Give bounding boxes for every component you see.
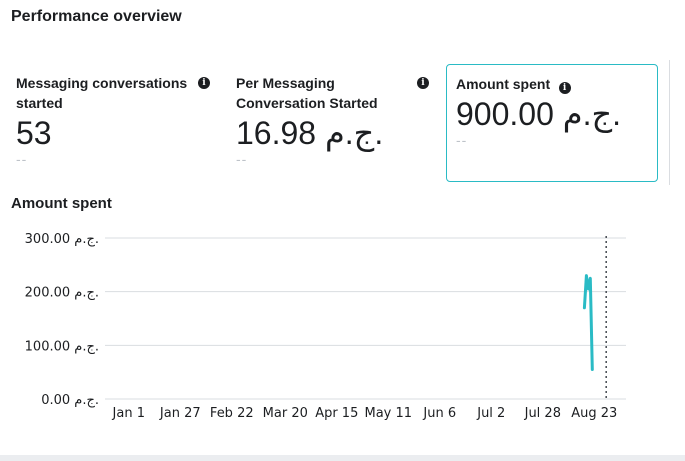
info-icon[interactable]: i — [558, 82, 571, 94]
x-tick-label: Jul 28 — [524, 406, 561, 421]
divider — [669, 60, 670, 185]
metric-delta: -- — [16, 151, 28, 167]
metric-delta: -- — [236, 151, 248, 167]
x-tick-label: Aug 23 — [571, 406, 617, 421]
info-icon[interactable]: i — [198, 77, 210, 89]
metric-label: Amount spent — [456, 76, 551, 92]
metric-per-conversation-cost[interactable]: Per Messaging Conversation Started 16.98… — [236, 73, 436, 167]
y-tick-label: 200.00 ج.م. — [25, 286, 99, 301]
x-tick-label: Jun 6 — [422, 406, 456, 421]
x-axis: Jan 1 Jan 27 Feb 22 Mar 20 Apr 15 May 11 Jun 6… — [112, 406, 618, 421]
metric-value: 16.98 ج.م. — [236, 115, 384, 151]
x-tick-label: Feb 22 — [210, 406, 254, 421]
series-layer — [582, 236, 607, 399]
x-tick-label: Jan 1 — [112, 406, 145, 421]
y-axis: 300.00 ج.م. 200.00 ج.م. 100.00 ج.م. 0.00 ج.… — [25, 232, 99, 408]
x-tick-label: May 11 — [365, 406, 413, 421]
x-tick-label: Apr 15 — [315, 406, 358, 421]
y-tick-label: 300.00 ج.م. — [25, 232, 99, 247]
grid-layer — [105, 237, 626, 400]
chart-title: Amount spent — [11, 195, 112, 212]
performance-overview-panel: Performance overview Messaging conversat… — [0, 0, 685, 455]
amount-spent-chart: 300.00 ج.م. 200.00 ج.م. 100.00 ج.م. 0.00 ج.… — [25, 232, 626, 421]
metric-messaging-conversations[interactable]: Messaging conversations started 53 -- — [16, 73, 226, 167]
series-line — [582, 274, 594, 371]
bottom-bar — [0, 455, 685, 461]
page-title: Performance overview — [11, 8, 182, 25]
metric-label: Per Messaging Conversation Started — [236, 75, 378, 111]
x-tick-label: Jan 27 — [159, 406, 201, 421]
metric-value: 900.00 ج.م. — [456, 96, 622, 132]
metric-label: Messaging conversations started — [16, 75, 188, 111]
metric-value: 53 — [16, 115, 52, 151]
x-tick-label: Jul 2 — [476, 406, 505, 421]
metric-delta: -- — [456, 132, 468, 148]
y-tick-label: 0.00 ج.م. — [41, 393, 99, 408]
y-tick-label: 100.00 ج.م. — [25, 339, 99, 354]
x-tick-label: Mar 20 — [263, 406, 308, 421]
metric-amount-spent[interactable]: Amount spent i 900.00 ج.م. -- — [446, 64, 658, 182]
info-icon[interactable]: i — [417, 77, 429, 89]
